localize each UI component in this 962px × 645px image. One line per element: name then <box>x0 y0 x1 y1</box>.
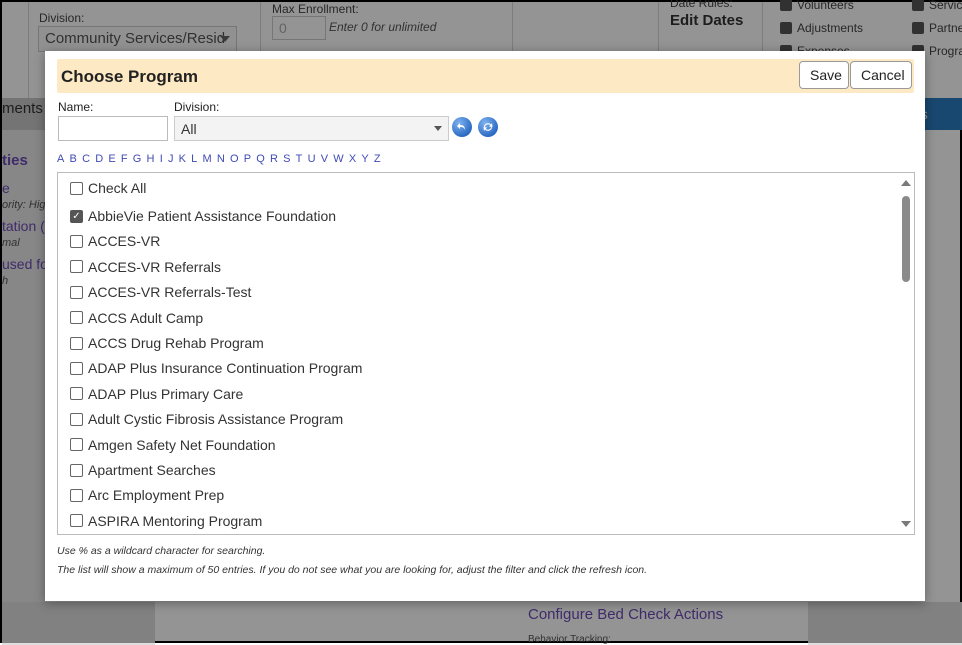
letter-filter-link[interactable]: J <box>168 153 174 165</box>
division-value: All <box>181 121 197 137</box>
program-checkbox[interactable] <box>70 412 83 426</box>
chevron-down-icon <box>434 126 442 131</box>
program-checkbox[interactable] <box>70 336 83 350</box>
letter-filter-link[interactable]: K <box>179 153 186 165</box>
scroll-up-icon[interactable] <box>901 180 911 186</box>
program-checkbox[interactable] <box>70 260 83 274</box>
letter-filter-link[interactable]: P <box>244 153 251 165</box>
letter-filter-link[interactable]: L <box>191 153 197 165</box>
check-all-label: Check All <box>88 180 147 196</box>
list-item[interactable]: ACCES-VR Referrals <box>70 259 221 275</box>
choose-program-dialog: Choose Program Save Cancel Name: Divisio… <box>45 51 925 601</box>
letter-filter-link[interactable]: R <box>270 153 278 165</box>
letter-filter-link[interactable]: V <box>321 153 328 165</box>
refresh-arrows-glyph <box>483 123 493 131</box>
program-checkbox[interactable] <box>70 387 83 401</box>
max-entries-note: The list will show a maximum of 50 entri… <box>57 564 648 576</box>
division-label: Division: <box>174 100 220 114</box>
scroll-down-icon[interactable] <box>901 521 911 527</box>
check-all-row[interactable]: Check All <box>70 180 146 196</box>
program-checkbox[interactable] <box>70 438 83 452</box>
letter-filter-link[interactable]: G <box>133 153 142 165</box>
list-item[interactable]: ACCS Adult Camp <box>70 310 203 326</box>
name-input[interactable] <box>58 116 168 141</box>
refresh-icon[interactable] <box>478 117 498 137</box>
program-label: Apartment Searches <box>88 462 216 478</box>
alphabet-filter: ABCDEFGHIJKLMNOPQRSTUVWXYZ <box>57 153 386 165</box>
letter-filter-link[interactable]: E <box>108 153 115 165</box>
program-label: ACCES-VR Referrals-Test <box>88 284 252 301</box>
list-item[interactable]: ASPIRA Mentoring Program <box>70 513 262 529</box>
program-label: ASPIRA Mentoring Program <box>88 512 263 529</box>
list-item[interactable]: Amgen Safety Net Foundation <box>70 437 276 453</box>
list-item[interactable]: Arc Employment Prep <box>70 487 224 503</box>
program-label: ACCES-VR <box>88 233 161 250</box>
letter-filter-link[interactable]: W <box>333 153 343 165</box>
letter-filter-link[interactable]: F <box>121 153 128 165</box>
program-checkbox[interactable] <box>70 234 83 248</box>
program-list[interactable]: Check All ✓ AbbieVie Patient Assistance F… <box>57 172 915 535</box>
program-checkbox[interactable] <box>70 514 83 528</box>
wildcard-note: Use % as a wildcard character for search… <box>57 545 266 557</box>
scroll-thumb[interactable] <box>902 196 910 282</box>
check-all-checkbox[interactable] <box>70 181 83 195</box>
program-checkbox[interactable] <box>70 311 83 325</box>
dialog-title: Choose Program <box>61 67 198 86</box>
letter-filter-link[interactable]: B <box>70 153 77 165</box>
program-label: AbbieVie Patient Assistance Foundation <box>88 208 337 224</box>
back-arrow-glyph <box>457 123 465 130</box>
save-button[interactable]: Save <box>799 61 849 89</box>
list-item[interactable]: ADAP Plus Insurance Continuation Program <box>70 360 362 376</box>
list-item[interactable]: ✓ AbbieVie Patient Assistance Foundation <box>70 208 336 224</box>
program-label: ACCS Adult Camp <box>88 309 204 326</box>
program-label: ADAP Plus Insurance Continuation Program <box>88 360 363 377</box>
letter-filter-link[interactable]: Y <box>361 153 368 165</box>
letter-filter-link[interactable]: T <box>296 153 303 165</box>
letter-filter-link[interactable]: M <box>202 153 211 165</box>
list-item[interactable]: ACCES-VR <box>70 233 160 249</box>
list-item[interactable]: ACCES-VR Referrals-Test <box>70 284 251 300</box>
letter-filter-link[interactable]: N <box>217 153 225 165</box>
letter-filter-link[interactable]: S <box>283 153 290 165</box>
letter-filter-link[interactable]: C <box>82 153 90 165</box>
program-checkbox[interactable] <box>70 361 83 375</box>
dialog-header: Choose Program Save Cancel <box>57 59 914 93</box>
letter-filter-link[interactable]: H <box>147 153 155 165</box>
name-label: Name: <box>58 100 94 114</box>
scrollbar[interactable] <box>897 173 914 534</box>
program-label: Adult Cystic Fibrosis Assistance Program <box>88 411 344 428</box>
list-item[interactable]: Adult Cystic Fibrosis Assistance Program <box>70 411 343 427</box>
letter-filter-link[interactable]: U <box>308 153 316 165</box>
division-select[interactable]: All <box>174 116 449 141</box>
letter-filter-link[interactable]: X <box>349 153 356 165</box>
program-checkbox[interactable] <box>70 488 83 502</box>
back-icon[interactable] <box>452 117 472 137</box>
program-checkbox[interactable] <box>70 285 83 299</box>
program-label: ADAP Plus Primary Care <box>88 385 244 402</box>
list-item[interactable]: ACCS Drug Rehab Program <box>70 335 264 351</box>
letter-filter-link[interactable]: O <box>230 153 239 165</box>
program-label: ACCES-VR Referrals <box>88 258 222 275</box>
list-item[interactable]: Apartment Searches <box>70 462 216 478</box>
program-label: Arc Employment Prep <box>88 487 225 504</box>
cancel-button[interactable]: Cancel <box>850 61 912 89</box>
letter-filter-link[interactable]: Q <box>256 153 265 165</box>
program-checkbox[interactable]: ✓ <box>70 209 83 223</box>
program-label: ACCS Drug Rehab Program <box>88 335 264 351</box>
letter-filter-link[interactable]: A <box>57 153 64 165</box>
letter-filter-link[interactable]: D <box>95 153 103 165</box>
program-checkbox[interactable] <box>70 463 83 477</box>
letter-filter-link[interactable]: Z <box>374 153 381 165</box>
letter-filter-link[interactable]: I <box>160 153 163 165</box>
program-label: Amgen Safety Net Foundation <box>88 436 276 453</box>
list-item[interactable]: ADAP Plus Primary Care <box>70 386 243 402</box>
